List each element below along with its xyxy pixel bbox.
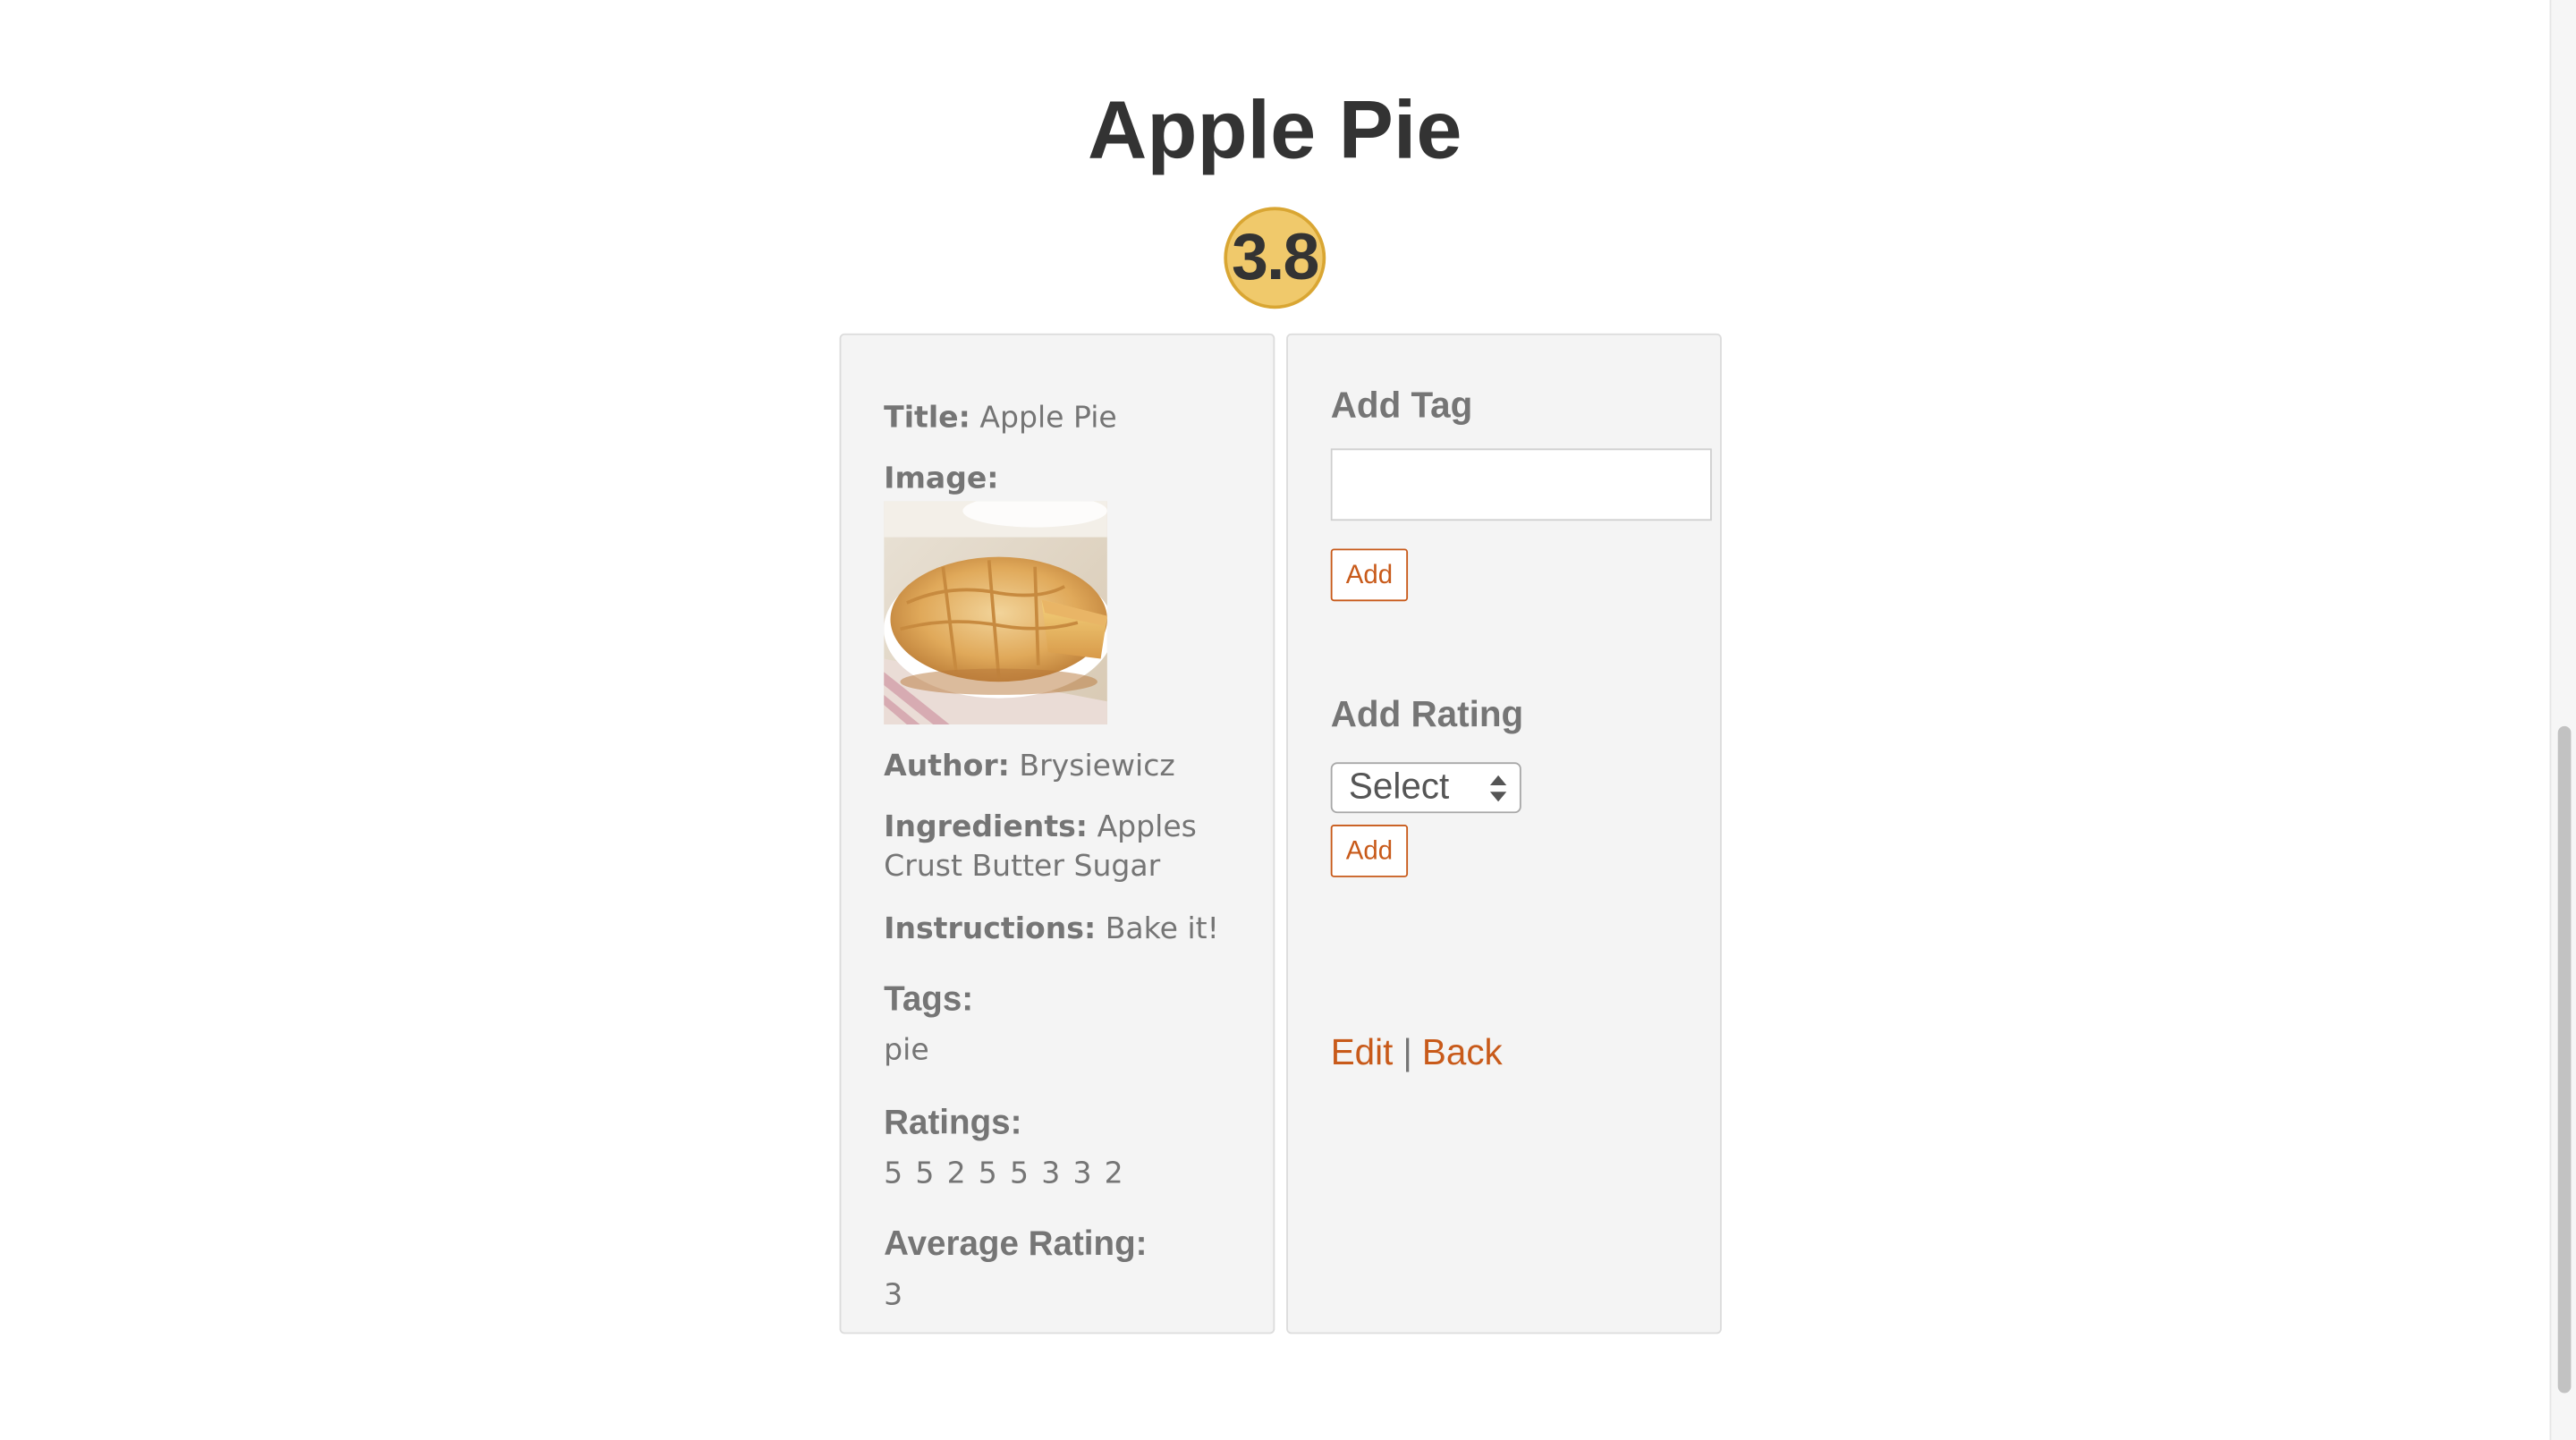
image-label: Image: — [884, 462, 999, 496]
scrollbar-thumb[interactable] — [2557, 725, 2572, 1393]
title-value: Apple Pie — [979, 401, 1117, 436]
ratings-heading: Ratings: — [884, 1104, 1022, 1142]
add-rating-button[interactable]: Add — [1330, 825, 1409, 877]
instructions-value: Bake it! — [1105, 911, 1219, 946]
instructions-label: Instructions: — [884, 911, 1097, 946]
add-tag-heading: Add Tag — [1330, 384, 1473, 426]
page-title: Apple Pie — [1088, 83, 1462, 176]
apple-pie-image — [884, 501, 1107, 724]
title-field: Title: Apple Pie — [884, 399, 1117, 438]
title-label: Title: — [884, 401, 970, 436]
link-separator: | — [1402, 1031, 1412, 1073]
actions-panel: Add Tag Add Add Rating Select Add Edit | B… — [1286, 333, 1722, 1334]
back-link[interactable]: Back — [1422, 1031, 1503, 1072]
ingredients-label: Ingredients: — [884, 809, 1089, 845]
add-tag-button[interactable]: Add — [1330, 548, 1409, 602]
rating-select-value: Select — [1348, 765, 1450, 807]
vertical-scrollbar[interactable] — [2549, 0, 2576, 1440]
author-field: Author: Brysiewicz — [884, 748, 1175, 787]
recipe-details-panel: Title: Apple Pie Image: Author: Brysiewi… — [839, 333, 1275, 1334]
up-down-arrows-icon — [1489, 775, 1507, 802]
tags-heading: Tags: — [884, 980, 974, 1019]
ingredients-field: Ingredients: Apples Crust Butter Sugar — [884, 809, 1245, 887]
page: Apple Pie 3.8 Title: Apple Pie Image: Au… — [0, 0, 2576, 1440]
footer-links: Edit | Back — [1331, 1031, 1503, 1074]
rating-select[interactable]: Select — [1330, 762, 1521, 814]
recipe-image — [884, 501, 1107, 724]
average-rating-value: 3 — [884, 1277, 903, 1313]
average-rating-heading: Average Rating: — [884, 1225, 1148, 1264]
instructions-field: Instructions: Bake it! — [884, 911, 1219, 950]
average-rating-badge: 3.8 — [1224, 207, 1326, 309]
image-field: Image: — [884, 460, 998, 499]
ratings-value: 5 5 2 5 5 3 3 2 — [884, 1156, 1123, 1191]
add-rating-heading: Add Rating — [1330, 693, 1524, 735]
tag-input[interactable] — [1330, 448, 1712, 521]
author-label: Author: — [884, 749, 1010, 784]
edit-link[interactable]: Edit — [1331, 1031, 1394, 1072]
author-value: Brysiewicz — [1019, 749, 1175, 784]
tags-value: pie — [884, 1033, 929, 1068]
